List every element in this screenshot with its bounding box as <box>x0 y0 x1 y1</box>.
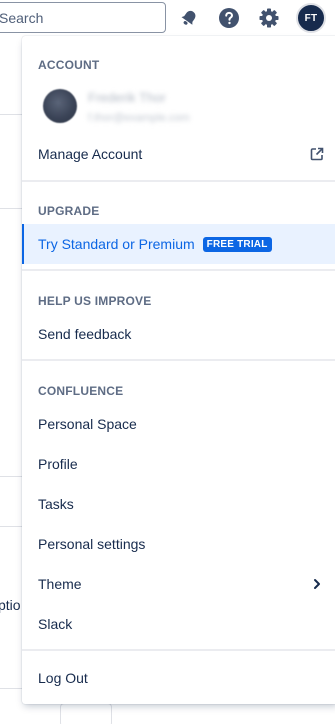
section-header-upgrade: UPGRADE <box>38 204 100 218</box>
section-header-help: HELP US IMPROVE <box>38 294 152 308</box>
top-navigation-bar: FT <box>0 0 335 36</box>
menu-item-tasks[interactable]: Tasks <box>22 486 335 522</box>
menu-divider <box>22 649 335 651</box>
menu-item-label: Slack <box>38 616 73 632</box>
menu-item-label: Profile <box>38 456 78 472</box>
menu-item-label: Try Standard or Premium <box>38 236 195 252</box>
external-link-icon <box>310 147 324 164</box>
menu-item-label: Theme <box>38 576 82 592</box>
search-box[interactable] <box>0 2 166 33</box>
divider <box>0 688 22 689</box>
menu-item-theme[interactable]: Theme <box>22 566 335 602</box>
account-avatar <box>43 89 77 123</box>
account-email: f.thor@example.com <box>88 112 190 124</box>
divider <box>0 526 22 527</box>
menu-divider <box>22 269 335 271</box>
menu-item-label: Send feedback <box>38 326 132 342</box>
menu-item-label: Tasks <box>38 496 74 512</box>
menu-item-label: Log Out <box>38 670 88 686</box>
divider <box>0 114 22 115</box>
menu-item-manage-account[interactable]: Manage Account <box>22 136 335 172</box>
menu-item-label: Personal settings <box>38 536 146 552</box>
menu-divider <box>22 180 335 182</box>
menu-item-label: Manage Account <box>38 146 143 162</box>
background-button <box>60 703 112 724</box>
menu-item-profile[interactable]: Profile <box>22 446 335 482</box>
avatar-initials: FT <box>304 12 318 24</box>
chevron-right-icon <box>312 577 322 593</box>
menu-item-personal-settings[interactable]: Personal settings <box>22 526 335 562</box>
profile-dropdown-menu: ACCOUNT Frederik Thor f.thor@example.com… <box>22 36 335 704</box>
menu-divider <box>22 359 335 361</box>
menu-item-log-out[interactable]: Log Out <box>22 660 335 696</box>
background-text: ptio <box>0 597 21 613</box>
menu-item-slack[interactable]: Slack <box>22 606 335 642</box>
divider <box>0 476 22 477</box>
section-header-confluence: CONFLUENCE <box>38 384 124 398</box>
avatar[interactable]: FT <box>296 3 326 33</box>
divider <box>0 208 22 209</box>
bell-icon[interactable] <box>176 5 202 31</box>
menu-item-try-standard-premium[interactable]: Try Standard or Premium FREE TRIAL <box>22 224 335 264</box>
section-header-account: ACCOUNT <box>38 58 100 72</box>
help-icon[interactable] <box>216 5 242 31</box>
free-trial-badge: FREE TRIAL <box>202 236 272 252</box>
gear-icon[interactable] <box>256 5 282 31</box>
menu-item-send-feedback[interactable]: Send feedback <box>22 316 335 352</box>
menu-item-personal-space[interactable]: Personal Space <box>22 406 335 442</box>
search-input[interactable] <box>0 8 149 28</box>
menu-item-label: Personal Space <box>38 416 137 432</box>
account-name: Frederik Thor <box>88 90 166 105</box>
